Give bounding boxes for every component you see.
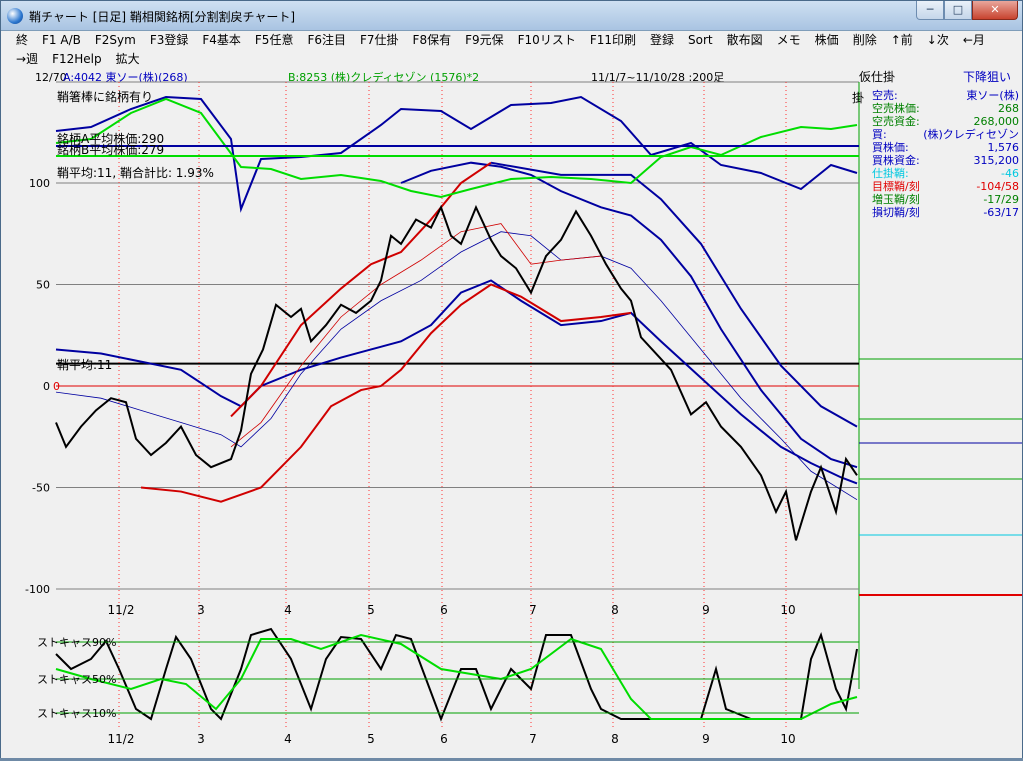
x-tick-label-bottom: 10 (780, 732, 795, 746)
side-label: 買株価: (872, 140, 909, 154)
x-tick-label: 5 (367, 603, 375, 617)
x-tick-label-bottom: 7 (529, 732, 537, 746)
side-label: 買株資金: (872, 153, 920, 167)
x-tick-label-bottom: 11/2 (108, 732, 135, 746)
menu-item-9[interactable]: F9元保 (458, 31, 511, 50)
menu-bar: 終 F1 A/B F2Sym F3登録 F4基本 F5任意 F6注目 F7仕掛 F8保有 F9元保… (1, 31, 1022, 69)
avg-b-text: 銘柄B平均株価:279 (57, 142, 164, 157)
side-value: 268,000 (974, 115, 1020, 128)
stoch-label: ストキャス90% (37, 636, 116, 649)
menu-item-1[interactable]: F1 A/B (35, 31, 88, 50)
x-tick-label: 11/2 (108, 603, 135, 617)
side-label: 目標鞘/刻 (872, 179, 920, 193)
menu-item-17[interactable]: 削除 (846, 31, 884, 50)
x-tick-label-bottom: 5 (367, 732, 375, 746)
side-value: 268 (998, 102, 1019, 115)
x-tick-label: 9 (702, 603, 710, 617)
menu-item-2[interactable]: F2Sym (88, 31, 143, 50)
side-label: 買: (872, 128, 887, 141)
y-tick-label: 50 (36, 279, 50, 292)
menu-item-8[interactable]: F8保有 (406, 31, 459, 50)
zero-label: 0 (53, 380, 60, 393)
menu-row-2: →週 F12Help 拡大 (9, 50, 147, 69)
menu2-item-1[interactable]: F12Help (45, 50, 109, 69)
x-tick-label-bottom: 8 (611, 732, 619, 746)
side-value: -63/17 (983, 206, 1019, 219)
side-value: 東ソー(株) (966, 88, 1019, 102)
side-label: 空売資金: (872, 114, 920, 128)
menu-item-15[interactable]: メモ (770, 31, 808, 50)
status-text: 仮仕掛 (859, 69, 895, 84)
menu-item-7[interactable]: F7仕掛 (353, 31, 406, 50)
menu-item-16[interactable]: 株価 (808, 31, 846, 50)
maximize-button[interactable]: □ (944, 1, 972, 20)
side-value: -104/58 (976, 180, 1019, 193)
menu-item-11[interactable]: F11印刷 (583, 31, 643, 50)
menu-row-1: 終 F1 A/B F2Sym F3登録 F4基本 F5任意 F6注目 F7仕掛 F8保有 F9元保… (9, 31, 992, 50)
menu-item-12[interactable]: 登録 (643, 31, 681, 50)
menu2-item-2[interactable]: 拡大 (109, 50, 147, 69)
side-value: -17/29 (983, 193, 1019, 206)
menu-item-4[interactable]: F4基本 (195, 31, 248, 50)
status-right-text: 下降狙い (963, 70, 1011, 84)
x-tick-label-bottom: 9 (702, 732, 710, 746)
title-bar[interactable]: 鞘チャート [日足] 鞘相関銘柄[分割割戻チャート] ─ □ ✕ (1, 1, 1022, 31)
side-label: 空売株価: (872, 101, 920, 115)
spread-chart: 12/70 A:4042 東ソー(株)(268) B:8253 (株)クレディセ… (1, 69, 1022, 758)
y-tick-label: -100 (25, 583, 50, 596)
menu-item-6[interactable]: F6注目 (300, 31, 353, 50)
side-value: (株)クレディセゾン (923, 127, 1019, 141)
menu-item-13[interactable]: Sort (681, 31, 720, 50)
y-tick-label: 0 (43, 380, 50, 393)
x-tick-label: 6 (440, 603, 448, 617)
menu-item-14[interactable]: 散布図 (720, 31, 770, 50)
x-tick-label: 3 (197, 603, 205, 617)
x-tick-label: 7 (529, 603, 537, 617)
menu2-item-0[interactable]: →週 (9, 50, 45, 69)
menu-item-20[interactable]: ←月 (956, 31, 992, 50)
side-label: 空売: (872, 88, 898, 102)
side-label: 仕掛鞘: (872, 166, 909, 180)
app-window: 鞘チャート [日足] 鞘相関銘柄[分割割戻チャート] ─ □ ✕ 終 F1 A/B… (0, 0, 1023, 758)
side-value: 1,576 (988, 141, 1020, 154)
x-tick-label-bottom: 6 (440, 732, 448, 746)
side-label: 損切鞘/刻 (872, 205, 920, 219)
chart-area: 12/70 A:4042 東ソー(株)(268) B:8253 (株)クレディセ… (1, 69, 1022, 758)
spread-avg-line-label: 鞘平均:11 (57, 358, 112, 372)
stoch-label: ストキャス10% (37, 707, 116, 720)
window-title: 鞘チャート [日足] 鞘相関銘柄[分割割戻チャート] (29, 10, 296, 24)
kake-marker: 掛 (852, 90, 864, 105)
x-tick-label: 8 (611, 603, 619, 617)
side-value: -46 (1001, 167, 1019, 180)
side-label: 増玉鞘/刻 (872, 192, 920, 206)
x-tick-label: 4 (284, 603, 292, 617)
menu-item-18[interactable]: ↑前 (884, 31, 920, 50)
menu-item-0[interactable]: 終 (9, 31, 35, 50)
spread-avg-text: 鞘平均:11, 鞘合計比: 1.93% (57, 165, 214, 180)
menu-item-5[interactable]: F5任意 (248, 31, 301, 50)
y-tick-label: 100 (29, 177, 50, 190)
side-value: 315,200 (974, 154, 1020, 167)
menu-item-10[interactable]: F10リスト (511, 31, 583, 50)
x-tick-label-bottom: 3 (197, 732, 205, 746)
minimize-button[interactable]: ─ (916, 1, 944, 20)
note-text: 鞘箸棒に銘柄有り (57, 89, 153, 104)
menu-item-3[interactable]: F3登録 (143, 31, 196, 50)
y-tick-label: -50 (32, 482, 50, 495)
app-icon (7, 8, 23, 24)
x-tick-label-bottom: 4 (284, 732, 292, 746)
close-button[interactable]: ✕ (972, 1, 1018, 20)
menu-item-19[interactable]: ↓次 (920, 31, 956, 50)
x-tick-label: 10 (780, 603, 795, 617)
stoch-label: ストキャス50% (37, 673, 116, 686)
